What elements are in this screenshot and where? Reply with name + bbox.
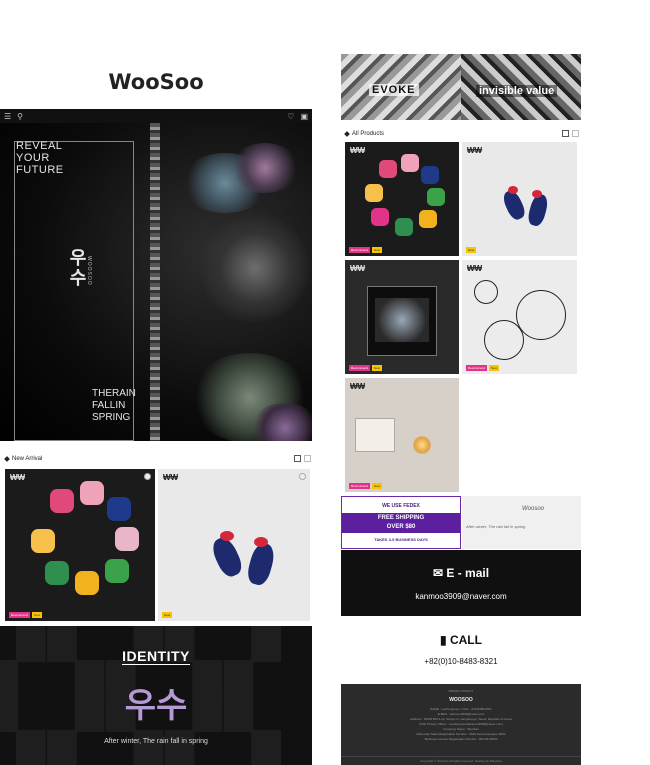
search-icon[interactable]: ⚲	[17, 112, 23, 121]
all-products-header: All Products	[345, 130, 579, 137]
product-card[interactable]: ₩₩ Recommend New	[345, 142, 459, 256]
product-badge: ₩₩	[350, 382, 366, 391]
product-badge: ₩₩	[350, 264, 366, 273]
phone-number[interactable]: +82(0)10-8483-8321	[341, 657, 581, 666]
privacy-policy-link[interactable]: PRIVACY POLICY	[341, 689, 581, 693]
product-tags: Recommend New	[9, 612, 43, 618]
site-logo[interactable]: WooSoo	[0, 70, 312, 94]
footer-brand: WOOSOO	[449, 697, 473, 703]
banner-invisible-value: invisible value	[476, 85, 558, 97]
mobile-topbar: ☰ ⚲ ♡ ▣	[0, 109, 312, 123]
list-view-icon[interactable]	[304, 455, 311, 462]
identity-brand-ko: 우수	[124, 687, 188, 725]
new-arrival-header: New Arrival	[5, 455, 311, 462]
wishlist-icon[interactable]	[144, 473, 151, 480]
tag-new: New	[372, 247, 383, 253]
heart-icon[interactable]: ♡	[287, 112, 294, 121]
view-toggle	[562, 130, 579, 137]
product-badge: ₩₩	[10, 473, 26, 482]
product-tags: Recommend New	[349, 483, 383, 489]
view-toggle	[294, 455, 311, 462]
tag-recommend: Recommend	[349, 483, 371, 489]
tag-recommend: Recommend	[349, 365, 371, 371]
call-heading: ▮ CALL	[440, 633, 482, 647]
product-card[interactable]: ₩₩ New	[462, 142, 577, 256]
mail-icon: ✉	[432, 566, 444, 580]
product-tags: New	[162, 612, 173, 618]
tag-recommend: Recommend	[349, 247, 371, 253]
phone-icon: ▮	[440, 633, 447, 647]
footer: PRIVACY POLICY WOOSOO NAME : LeeSungmoo …	[341, 684, 581, 765]
hero-tagline: REVEAL YOUR FUTURE	[16, 140, 64, 176]
product-tags: New	[466, 247, 477, 253]
flower-decoration	[200, 213, 310, 323]
tag-new: New	[489, 365, 500, 371]
product-card[interactable]: ₩₩ Recommend New	[345, 260, 459, 374]
identity-section: ▞▚▞▚▞ ▚▞▚▞▚ IDENTITY 우수 After winter, The…	[0, 626, 312, 765]
product-badge: ₩₩	[467, 146, 483, 155]
product-tags: Recommend New	[349, 365, 383, 371]
product-tags: Recommend New	[466, 365, 500, 371]
identity-title: IDENTITY	[122, 648, 190, 665]
product-tags: Recommend New	[349, 247, 383, 253]
tag-recommend: Recommend	[9, 612, 31, 618]
hero-divider	[150, 123, 160, 441]
menu-icon[interactable]: ☰	[4, 112, 11, 121]
email-address[interactable]: kanmoo3909@naver.com	[341, 592, 581, 601]
all-products-title: All Products	[345, 131, 384, 137]
woosoo-brand-banner[interactable]: Woosoo After winter, The rain fall in sp…	[462, 496, 581, 549]
tag-new: New	[32, 612, 43, 618]
product-badge: ₩₩	[350, 146, 366, 155]
hero-banner[interactable]: REVEAL YOUR FUTURE 우수 WOOSOO THERAIN FAL…	[0, 123, 312, 441]
grid-view-icon[interactable]	[294, 455, 301, 462]
email-section: ✉ E - mail kanmoo3909@naver.com	[341, 550, 581, 616]
product-card[interactable]: ₩₩ New	[158, 469, 310, 621]
cart-icon[interactable]: ▣	[300, 112, 308, 121]
list-view-icon[interactable]	[572, 130, 579, 137]
fedex-shipping-banner[interactable]: WE USE FEDEX FREE SHIPPING OVER $80 TAKE…	[341, 496, 461, 549]
product-card[interactable]: ₩₩ Recommend New	[462, 260, 577, 374]
identity-subtitle: After winter, The rain fall in spring	[104, 738, 208, 745]
product-badge: ₩₩	[467, 264, 483, 273]
email-heading: ✉ E - mail	[432, 566, 490, 580]
product-card[interactable]: ₩₩ Recommend New	[5, 469, 155, 621]
wishlist-icon[interactable]	[299, 473, 306, 480]
product-card[interactable]: ₩₩ Recommend New	[345, 378, 459, 492]
top-banner[interactable]: EVOKE invisible value	[341, 54, 581, 120]
hero-brand-sub: WOOSOO	[86, 256, 92, 286]
banner-evoke: EVOKE	[369, 84, 419, 96]
tag-new: New	[162, 612, 173, 618]
grid-view-icon[interactable]	[562, 130, 569, 137]
tag-new: New	[372, 483, 383, 489]
promo-banners: WE USE FEDEX FREE SHIPPING OVER $80 TAKE…	[341, 496, 581, 549]
tag-recommend: Recommend	[466, 365, 488, 371]
call-section: ▮ CALL +82(0)10-8483-8321	[341, 617, 581, 683]
hero-slogan: THERAIN FALLIN SPRING	[92, 388, 136, 423]
new-arrival-title: New Arrival	[5, 456, 42, 462]
copyright: Copyright © WooSoo All rights reserved. …	[341, 756, 581, 763]
tag-new: New	[372, 365, 383, 371]
flower-decoration	[230, 143, 300, 193]
product-badge: ₩₩	[163, 473, 179, 482]
footer-info: NAME : LeeSungmoo | CALL : 010-8483-8321…	[410, 707, 512, 741]
tag-new: New	[466, 247, 477, 253]
